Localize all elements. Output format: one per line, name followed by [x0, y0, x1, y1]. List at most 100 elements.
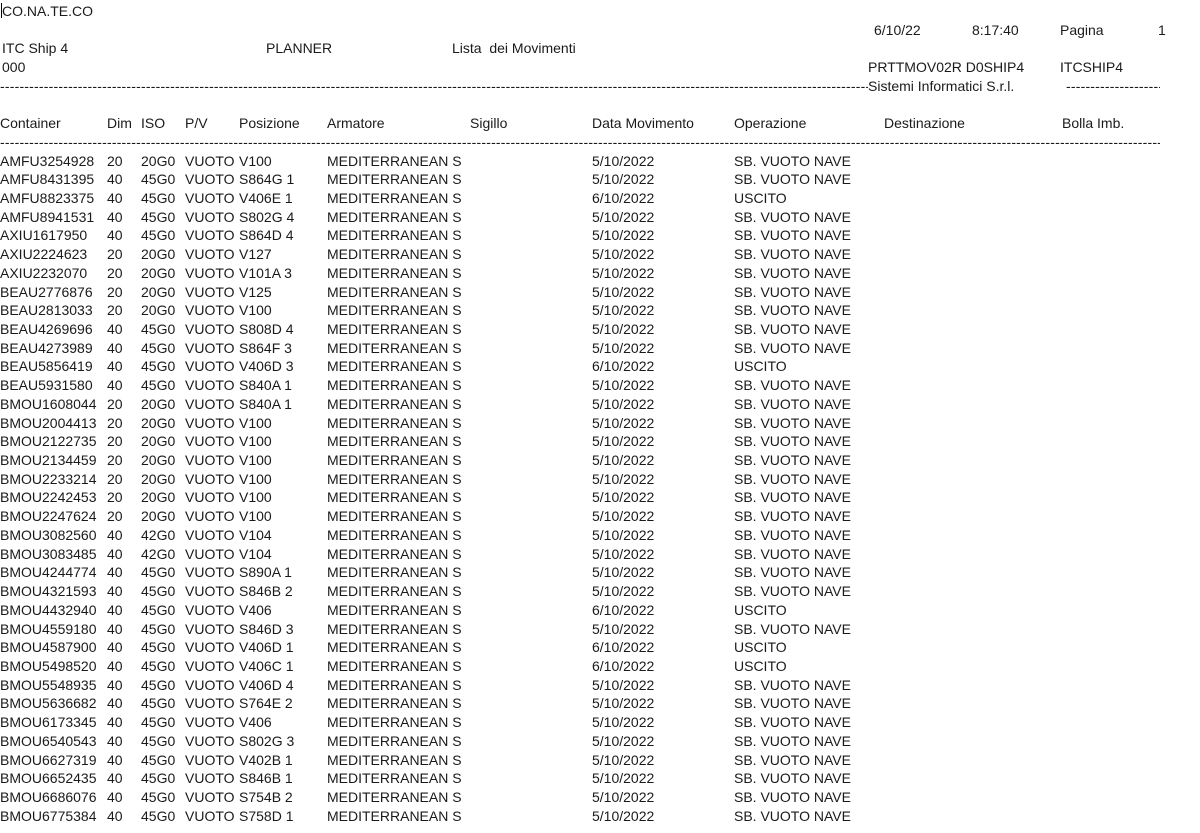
cell-posizione: S846B 1 — [239, 770, 293, 787]
cell-armatore: MEDITERRANEAN S — [327, 583, 462, 600]
cell-dim: 20 — [107, 395, 123, 412]
cell-posizione: V406 — [239, 714, 272, 731]
cell-dim: 40 — [107, 545, 123, 562]
cell-dim: 40 — [107, 770, 123, 787]
cell-dim: 20 — [107, 264, 123, 281]
cell-pv: VUOTO — [185, 339, 235, 356]
cell-container: AMFU8823375 — [0, 189, 95, 206]
cell-operazione: USCITO — [734, 657, 787, 674]
cell-dim: 20 — [107, 452, 123, 469]
cell-iso: 20G0 — [141, 508, 176, 525]
cell-armatore: MEDITERRANEAN S — [327, 414, 462, 431]
cell-dim: 40 — [107, 751, 123, 768]
cell-container: BMOU4559180 — [0, 620, 97, 637]
cell-dim: 40 — [107, 526, 123, 543]
cell-operazione: SB. VUOTO NAVE — [734, 751, 851, 768]
vendor-name: Sistemi Informatici S.r.l. — [868, 78, 1015, 94]
table-row: BMOU4432940 40 45G0 VUOTO V406 MEDITERRANEAN … — [0, 601, 1200, 620]
cell-container: BMOU6686076 — [0, 788, 97, 805]
cell-data-movimento: 5/10/2022 — [592, 395, 655, 412]
cell-iso: 45G0 — [141, 714, 176, 731]
cell-data-movimento: 5/10/2022 — [592, 320, 655, 337]
cell-posizione: V104 — [239, 545, 272, 562]
cell-posizione: S802G 3 — [239, 732, 295, 749]
table-row: AXIU2232070 20 20G0 VUOTO V101A 3 MEDITERRANE… — [0, 264, 1200, 283]
cell-container: BEAU4273989 — [0, 339, 93, 356]
cell-pv: VUOTO — [185, 152, 235, 169]
cell-pv: VUOTO — [185, 377, 235, 394]
cell-container: BEAU5856419 — [0, 358, 93, 375]
cell-armatore: MEDITERRANEAN S — [327, 433, 462, 450]
col-destinazione: Destinazione — [884, 115, 965, 131]
cell-pv: VUOTO — [185, 283, 235, 300]
cell-operazione: SB. VUOTO NAVE — [734, 732, 851, 749]
cell-posizione: V406 — [239, 601, 272, 618]
cell-posizione: V100 — [239, 489, 272, 506]
cell-iso: 45G0 — [141, 657, 176, 674]
cell-container: BEAU2776876 — [0, 283, 93, 300]
cell-operazione: USCITO — [734, 189, 787, 206]
cell-operazione: SB. VUOTO NAVE — [734, 583, 851, 600]
cell-armatore: MEDITERRANEAN S — [327, 377, 462, 394]
cell-dim: 40 — [107, 695, 123, 712]
cell-operazione: USCITO — [734, 358, 787, 375]
cell-armatore: MEDITERRANEAN S — [327, 526, 462, 543]
cell-iso: 20G0 — [141, 433, 176, 450]
cell-container: BMOU6540543 — [0, 732, 97, 749]
cell-data-movimento: 5/10/2022 — [592, 414, 655, 431]
cell-armatore: MEDITERRANEAN S — [327, 302, 462, 319]
cell-posizione: S840A 1 — [239, 395, 292, 412]
cell-operazione: SB. VUOTO NAVE — [734, 452, 851, 469]
cell-posizione: V406D 4 — [239, 676, 294, 693]
cell-data-movimento: 5/10/2022 — [592, 788, 655, 805]
cell-operazione: SB. VUOTO NAVE — [734, 208, 851, 225]
cell-container: BMOU4587900 — [0, 639, 97, 656]
cell-posizione: V406E 1 — [239, 189, 293, 206]
table-row: BEAU5931580 40 45G0 VUOTO S840A 1 MEDITERRANE… — [0, 376, 1200, 395]
cell-pv: VUOTO — [185, 320, 235, 337]
table-divider: ----------------------------------------… — [0, 134, 1160, 150]
cell-pv: VUOTO — [185, 770, 235, 787]
cell-pv: VUOTO — [185, 395, 235, 412]
report-date: 6/10/22 — [874, 22, 921, 38]
cell-iso: 20G0 — [141, 283, 176, 300]
table-row: BMOU5548935 40 45G0 VUOTO V406D 4 MEDITERRANE… — [0, 676, 1200, 695]
page-number: 1 — [1158, 22, 1166, 38]
cell-container: AMFU8431395 — [0, 171, 95, 188]
cell-posizione: V101A 3 — [239, 264, 292, 281]
cell-data-movimento: 6/10/2022 — [592, 657, 655, 674]
cell-container: BMOU3082560 — [0, 526, 97, 543]
col-armatore: Armatore — [327, 115, 385, 131]
cell-posizione: S758D 1 — [239, 807, 294, 824]
cell-posizione: S802G 4 — [239, 208, 295, 225]
table-row: BMOU4587900 40 45G0 VUOTO V406D 1 MEDITERRANE… — [0, 638, 1200, 657]
cell-pv: VUOTO — [185, 358, 235, 375]
cell-container: BMOU5636682 — [0, 695, 97, 712]
cell-armatore: MEDITERRANEAN S — [327, 227, 462, 244]
cell-iso: 45G0 — [141, 583, 176, 600]
cell-posizione: S808D 4 — [239, 320, 294, 337]
cell-iso: 45G0 — [141, 320, 176, 337]
cell-posizione: S846D 3 — [239, 620, 294, 637]
cell-armatore: MEDITERRANEAN S — [327, 264, 462, 281]
cell-data-movimento: 5/10/2022 — [592, 714, 655, 731]
cell-dim: 40 — [107, 564, 123, 581]
cell-data-movimento: 5/10/2022 — [592, 732, 655, 749]
cell-armatore: MEDITERRANEAN S — [327, 208, 462, 225]
cell-pv: VUOTO — [185, 751, 235, 768]
cell-iso: 45G0 — [141, 788, 176, 805]
table-row: AMFU8431395 40 45G0 VUOTO S864G 1 MEDITERRANE… — [0, 170, 1200, 189]
cell-container: BMOU1608044 — [0, 395, 97, 412]
cell-iso: 45G0 — [141, 695, 176, 712]
cell-data-movimento: 5/10/2022 — [592, 770, 655, 787]
cell-dim: 40 — [107, 208, 123, 225]
cell-pv: VUOTO — [185, 601, 235, 618]
cell-pv: VUOTO — [185, 564, 235, 581]
cell-pv: VUOTO — [185, 526, 235, 543]
cell-iso: 45G0 — [141, 339, 176, 356]
report-title: Lista dei Movimenti — [452, 40, 576, 56]
cell-operazione: SB. VUOTO NAVE — [734, 508, 851, 525]
cell-pv: VUOTO — [185, 545, 235, 562]
table-row: BMOU5498520 40 45G0 VUOTO V406C 1 MEDITERRANE… — [0, 657, 1200, 676]
cell-data-movimento: 5/10/2022 — [592, 676, 655, 693]
